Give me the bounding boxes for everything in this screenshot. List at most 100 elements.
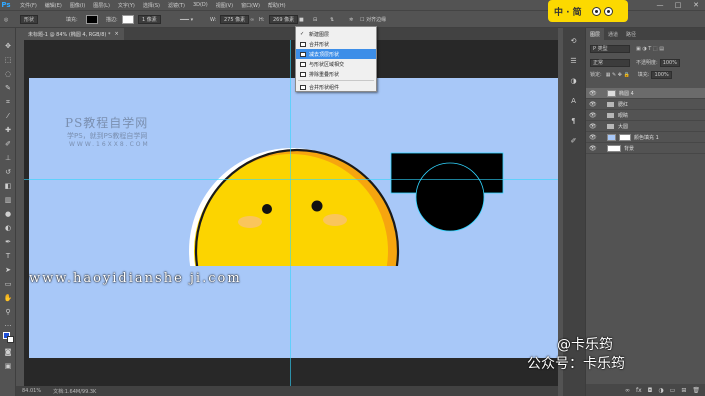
layer-row[interactable]: 👁 椭圆 4 [586,88,705,99]
history-panel-icon[interactable]: ⟲ [569,36,578,45]
tab-paths[interactable]: 路径 [622,28,640,40]
width-field[interactable]: 275 像素 [220,15,250,24]
mask-icon[interactable]: ◘ [648,387,653,394]
menu-edit[interactable]: 编辑(E) [45,2,62,9]
path-select-tool-icon[interactable]: ➤ [4,266,12,274]
menu-file[interactable]: 文件(F) [20,2,37,9]
menu-item-merge-components[interactable]: 合并形状组件 [296,82,376,92]
menu-window[interactable]: 窗口(W) [241,2,260,9]
crop-tool-icon[interactable]: ⌗ [4,98,12,106]
background-color-swatch[interactable] [7,336,14,343]
eye-icon[interactable]: 👁 [589,101,597,108]
menu-filter[interactable]: 滤镜(T) [168,2,185,9]
menu-item-new-layer[interactable]: ✓ 新建图层 [296,29,376,39]
tab-layers[interactable]: 图层 [586,28,605,40]
new-layer-icon[interactable]: ⊞ [681,387,686,394]
brush-panel-icon[interactable]: ✐ [569,136,578,145]
eye-icon[interactable]: 👁 [589,134,597,141]
filter-icons[interactable]: ▣ ◑ T ⬚ ▤ [636,46,664,52]
layer-row[interactable]: 👁 腮红 [586,99,705,110]
link-icon[interactable]: ∞ [250,14,254,25]
history-brush-icon[interactable]: ↺ [4,168,12,176]
eraser-tool-icon[interactable]: ◧ [4,182,12,190]
trash-icon[interactable]: 🗑 [692,387,700,394]
stroke-size-field[interactable]: 1 像素 [138,15,161,24]
menu-item-combine-shapes[interactable]: 合并形状 [296,39,376,49]
more-tools-icon[interactable]: … [4,320,12,328]
adjust-icon[interactable]: ◑ [658,387,663,394]
tool-preset-icon[interactable]: ◎ [4,14,8,25]
artboard[interactable]: PS教程自学网 学PS，就到PS教程自学网 WWW.16XX8.COM www.… [29,78,558,358]
height-field[interactable]: 269 像素 [269,15,299,24]
quick-mask-icon[interactable]: ◙ [4,348,12,356]
type-tool-icon[interactable]: T [4,252,12,260]
opacity-field[interactable]: 100% [659,58,680,67]
menu-layer[interactable]: 图层(L) [93,2,110,9]
shape-tool-icon[interactable]: ▭ [4,280,12,288]
blur-tool-icon[interactable]: ● [4,210,12,218]
path-alignment-icon[interactable]: ⊟ [313,14,317,25]
hand-tool-icon[interactable]: ✋ [4,294,13,302]
eye-icon[interactable]: 👁 [589,112,597,119]
gear-icon[interactable]: ✲ [349,14,353,25]
menu-view[interactable]: 视图(V) [216,2,233,9]
blend-mode-select[interactable]: 正常 [590,58,630,67]
eye-icon[interactable]: 👁 [589,123,597,130]
layer-row[interactable]: 👁 颜色填充 1 [586,132,705,143]
zoom-level[interactable]: 84.01% [22,388,41,394]
dodge-tool-icon[interactable]: ◐ [4,224,12,232]
tab-channels[interactable]: 通道 [604,28,622,40]
close-window-button[interactable]: ✕ [690,0,702,10]
layer-row[interactable]: 👁 大圆 [586,121,705,132]
properties-panel-icon[interactable]: ☰ [569,56,578,65]
path-arrangement-icon[interactable]: ⇅ [330,14,334,25]
screen-mode-icon[interactable]: ▣ [4,362,12,370]
fx-icon[interactable]: fx [636,387,642,394]
stroke-swatch[interactable] [122,15,134,24]
layer-row[interactable]: 👁 背景 [586,143,705,154]
marquee-tool-icon[interactable]: ⬚ [4,56,12,64]
menu-item-exclude-overlap[interactable]: 排除重叠形状 [296,69,376,79]
eyedropper-tool-icon[interactable]: ⁄ [4,112,12,120]
brush-tool-icon[interactable]: ✐ [4,140,12,148]
lasso-tool-icon[interactable]: ◌ [4,70,12,78]
menu-item-intersect-shapes[interactable]: 与形状区域相交 [296,59,376,69]
menu-help[interactable]: 帮助(H) [268,2,286,9]
horizontal-guide[interactable] [24,179,558,180]
zoom-tool-icon[interactable]: ⚲ [4,308,12,316]
vertical-guide[interactable] [290,40,291,386]
close-tab-icon[interactable]: × [114,31,118,37]
maximize-button[interactable]: □ [672,0,684,10]
path-operations-icon[interactable]: ■ [299,14,304,25]
menu-image[interactable]: 图像(I) [70,2,85,9]
healing-tool-icon[interactable]: ✚ [4,126,12,134]
link-icon[interactable]: ∞ [625,387,630,394]
pen-tool-icon[interactable]: ✒ [4,238,12,246]
lock-icons[interactable]: ▦ ✎ ✥ 🔒 [606,72,630,78]
align-edges-checkbox[interactable]: ☐ 对齐边缘 [360,14,386,25]
stroke-type-select[interactable]: ━━━ ▾ [180,14,193,25]
layer-row[interactable]: 👁 眼睛 [586,110,705,121]
stamp-tool-icon[interactable]: ⊥ [4,154,12,162]
menu-item-subtract-front-shape[interactable]: 减去顶层形状 [296,49,376,59]
eye-icon[interactable]: 👁 [589,145,597,152]
menu-3d[interactable]: 3D(D) [193,2,208,8]
adjustments-panel-icon[interactable]: ◑ [569,76,578,85]
menu-type[interactable]: 文字(Y) [118,2,135,9]
gradient-tool-icon[interactable]: ▥ [4,196,12,204]
folder-icon[interactable]: ▭ [670,387,676,394]
fill-swatch[interactable] [86,15,98,24]
quick-select-tool-icon[interactable]: ✎ [4,84,12,92]
fill-field[interactable]: 100% [651,70,672,79]
minimize-button[interactable]: — [654,0,666,10]
layer-filter-select[interactable]: P 类型 [590,44,630,53]
paragraph-panel-icon[interactable]: ¶ [569,116,578,125]
menu-select[interactable]: 选择(S) [143,2,160,9]
black-circle-shape[interactable] [415,162,485,232]
move-tool-icon[interactable]: ✥ [4,42,12,50]
mode-select[interactable]: 形状 [20,15,39,24]
eye-icon[interactable]: 👁 [589,90,597,97]
document-tab[interactable]: 未标题-1 @ 84% (椭圆 4, RGB/8) * × [24,28,124,40]
canvas-area[interactable]: PS教程自学网 学PS，就到PS教程自学网 WWW.16XX8.COM www.… [24,40,558,386]
character-panel-icon[interactable]: A [569,96,578,105]
